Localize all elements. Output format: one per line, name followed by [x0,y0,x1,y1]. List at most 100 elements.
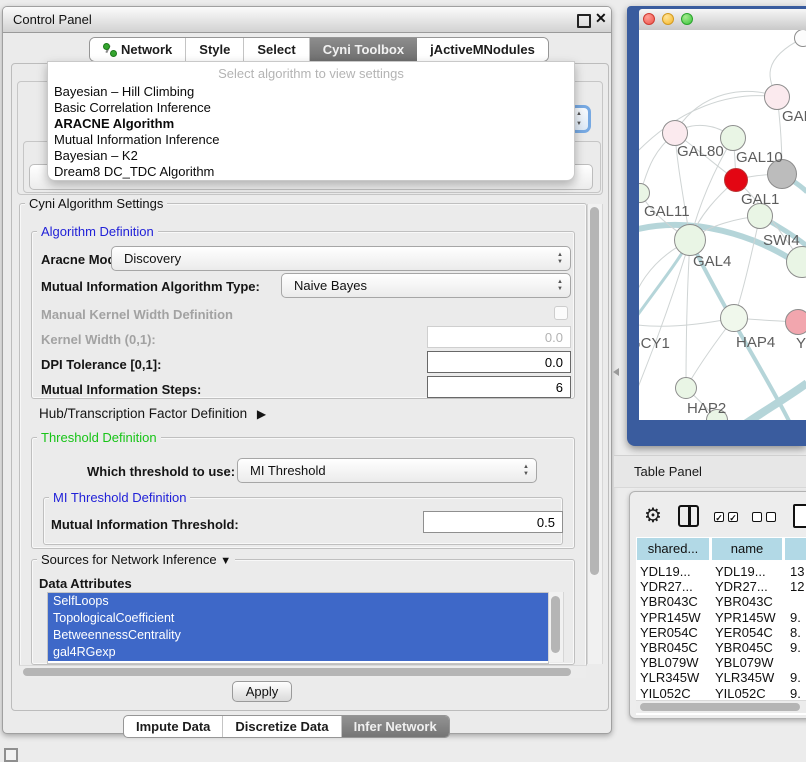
which-threshold-combo[interactable]: MI Threshold ▲▼ [237,458,537,483]
checked-checkbox-icon[interactable]: ✓ [728,512,738,522]
node-label: GAL10 [736,149,783,166]
tab-select[interactable]: Select [244,38,309,61]
mi-threshold-label: Mutual Information Threshold: [51,517,239,532]
tab-discretize-data[interactable]: Discretize Data [223,716,341,737]
app-root: Control Panel ✕ Network Style Select Cyn… [0,0,806,762]
control-panel-tabbar: Network Style Select Cyni Toolbox jActiv… [89,37,549,62]
dpi-tolerance-label: DPI Tolerance [0,1]: [41,357,161,372]
apply-button[interactable]: Apply [232,681,292,702]
scrollbar-thumb[interactable] [590,207,599,575]
network-window-titlebar[interactable] [639,9,806,31]
dropdown-item-selected[interactable]: ARACNE Algorithm [54,116,568,132]
algorithm-dropdown-popup: Select algorithm to view settings Bayesi… [47,61,575,181]
node[interactable] [674,224,706,256]
tab-impute-data[interactable]: Impute Data [124,716,223,737]
split-columns-icon[interactable] [678,505,699,527]
mi-steps-label: Mutual Information Steps: [41,382,201,397]
unchecked-checkbox-icon[interactable] [752,512,762,522]
dropdown-item[interactable]: Bayesian – K2 [54,148,568,164]
table-row[interactable]: YLR345W YLR345W 9. [636,670,806,685]
dropdown-item[interactable]: Bayesian – Hill Climbing [54,84,568,100]
panel-divider-grip[interactable] [613,368,619,376]
node[interactable] [720,304,748,332]
attribute-item-selected[interactable]: BetweennessCentrality [48,627,548,644]
dropdown-item[interactable]: Mutual Information Inference [54,132,568,148]
cyni-bottom-tabbar: Impute Data Discretize Data Infer Networ… [123,715,450,738]
attribute-item-selected[interactable]: gal4RGexp [48,644,548,661]
tab-style[interactable]: Style [186,38,244,61]
mac-close-icon[interactable] [643,13,655,25]
node[interactable] [764,84,790,110]
table-row[interactable]: YER054C YER054C 8. [636,625,806,640]
tab-infer-network[interactable]: Infer Network [342,716,449,737]
control-panel-window: Control Panel ✕ Network Style Select Cyn… [2,6,612,734]
control-panel-title: Control Panel [13,12,92,27]
node-label: GAL80 [677,143,724,160]
tab-network[interactable]: Network [90,38,186,61]
table-row[interactable]: YIL052C YIL052C 9. [636,686,806,701]
mi-threshold-input[interactable] [423,511,563,533]
scrollbar-thumb[interactable] [23,668,571,676]
document-icon[interactable] [793,504,806,528]
hub-definition-expander[interactable]: Hub/Transcription Factor Definition ▶ [39,406,266,421]
table-row[interactable]: YDL19... YDL19... 13 [636,564,806,579]
dropdown-item[interactable]: Dream8 DC_TDC Algorithm [54,164,568,180]
column-header-shared-name[interactable]: shared... [636,537,710,561]
dpi-tolerance-input[interactable] [427,351,571,373]
network-canvas[interactable]: GAL GAL80 GAL10 GAL1 GAL11 SWI4 GAL4 HAP… [639,30,806,420]
close-icon[interactable]: ✕ [595,10,607,27]
node-label: GAL11 [644,203,690,220]
table-row[interactable]: YBR043C YBR043C [636,594,806,609]
mac-zoom-icon[interactable] [681,13,693,25]
mi-type-combo[interactable]: Naive Bayes ▲▼ [281,273,571,298]
kernel-width-input[interactable] [427,326,571,348]
mi-steps-input[interactable] [427,376,571,398]
sources-expander[interactable]: Sources for Network Inference ▼ [37,552,235,567]
attribute-item-selected[interactable]: SelfLoops [48,593,548,610]
mi-type-label: Mutual Information Algorithm Type: [41,279,260,294]
manual-kernel-checkbox[interactable] [554,306,568,320]
node-label: HAP4 [736,334,775,351]
mi-threshold-group-title: MI Threshold Definition [49,490,190,505]
table-row[interactable]: YBR045C YBR045C 9. [636,640,806,655]
gear-icon[interactable]: ⚙ [644,503,662,528]
node-label: GAL [782,108,806,125]
checked-checkbox-icon[interactable]: ✓ [714,512,724,522]
table-row[interactable]: YDR27... YDR27... 12 [636,579,806,594]
scrollbar-thumb[interactable] [640,703,800,711]
network-view-window: GAL GAL80 GAL10 GAL1 GAL11 SWI4 GAL4 HAP… [627,6,806,446]
tab-jactivemnodules[interactable]: jActiveMNodules [417,38,548,61]
scrollbar-thumb[interactable] [551,596,560,653]
node-selected[interactable] [724,168,748,192]
table-row[interactable]: YPR145W YPR145W 9. [636,610,806,625]
settings-vertical-scrollbar[interactable] [587,204,603,664]
dropdown-prompt: Select algorithm to view settings [48,66,574,81]
node[interactable] [675,377,697,399]
attributes-scrollbar[interactable] [548,592,564,662]
unchecked-checkbox-icon[interactable] [766,512,776,522]
data-attributes-label: Data Attributes [39,576,132,591]
minimized-window-icon[interactable] [4,748,18,762]
expander-collapsed-icon: ▶ [257,407,266,421]
node[interactable] [720,125,746,151]
node-label: SWI4 [763,232,800,249]
combo-stepper-icon: ▲▼ [516,464,536,478]
aracne-mode-combo[interactable]: Discovery ▲▼ [111,246,571,271]
node-label: GCY1 [639,335,670,352]
tab-cyni-toolbox[interactable]: Cyni Toolbox [310,38,417,61]
float-window-icon[interactable] [577,14,591,28]
mac-minimize-icon[interactable] [662,13,674,25]
kernel-width-label: Kernel Width (0,1): [41,332,156,347]
settings-horizontal-scrollbar[interactable] [20,665,586,678]
attribute-item-selected[interactable]: TopologicalCoefficient [48,610,548,627]
dropdown-item[interactable]: Basic Correlation Inference [54,100,568,116]
node[interactable] [785,309,806,335]
which-threshold-label: Which threshold to use: [87,464,235,479]
node[interactable] [794,30,806,47]
column-header-partial[interactable] [784,537,806,561]
manual-kernel-label: Manual Kernel Width Definition [41,307,233,322]
table-horizontal-scrollbar[interactable] [636,700,806,713]
column-header-name[interactable]: name [711,537,783,561]
node-table: shared... name YDL19... YDL19... 13 YDR2… [636,537,806,715]
table-row[interactable]: YBL079W YBL079W [636,655,806,670]
